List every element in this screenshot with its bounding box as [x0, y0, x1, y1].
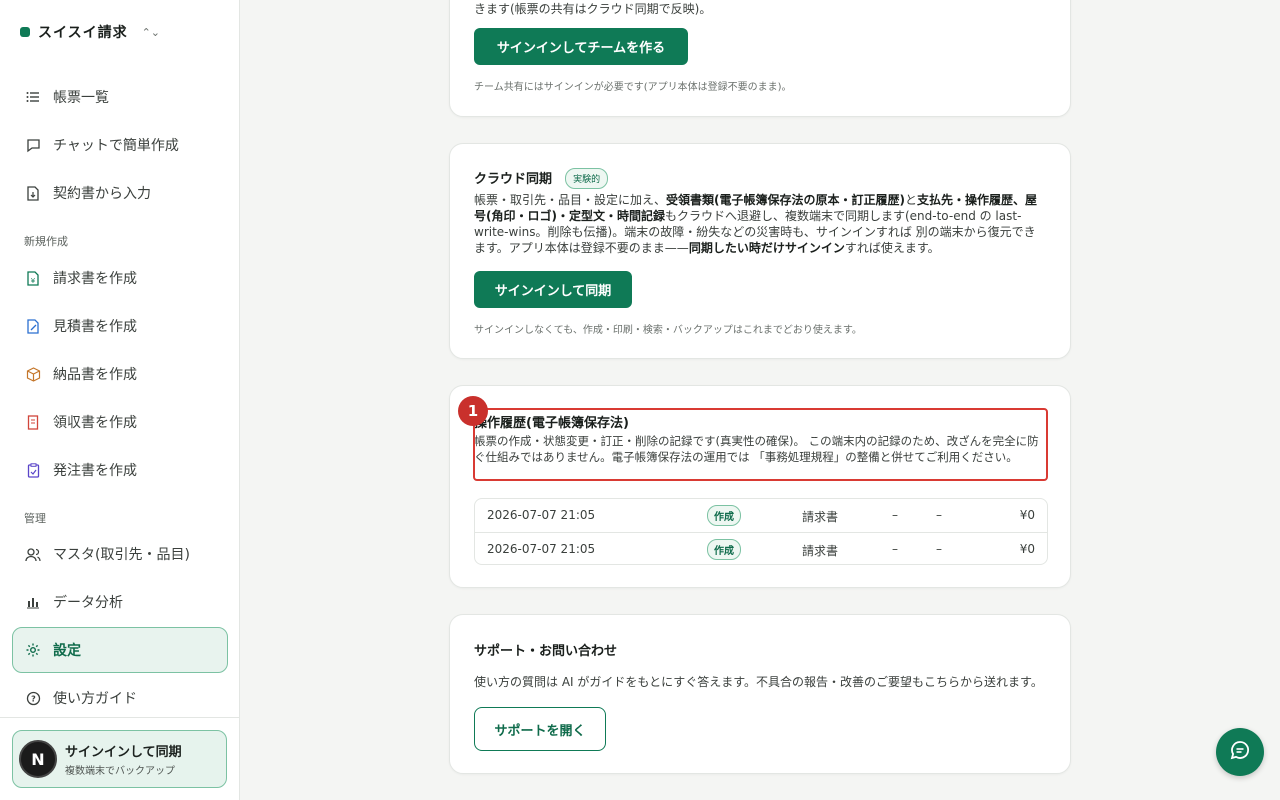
- nav-top: 帳票一覧 チャットで簡単作成 契約書から入力: [12, 74, 228, 216]
- nav-item-chat-create[interactable]: チャットで簡単作成: [12, 122, 228, 168]
- table-row[interactable]: 2026-07-07 21:05 作成 請求書 – – ¥0: [475, 532, 1047, 565]
- nav-item-contract-import[interactable]: 契約書から入力: [12, 170, 228, 216]
- nav-item-label: 設定: [53, 643, 81, 659]
- chevron-updown-icon: ⌃⌄: [141, 25, 161, 39]
- action-badge: 作成: [707, 505, 741, 526]
- nav-item-label: 使い方ガイド: [53, 691, 137, 707]
- nav-item-label: データ分析: [53, 595, 123, 611]
- nav-admin: マスタ(取引先・品目) データ分析 設定 ? 使い方ガイド: [12, 531, 228, 721]
- support-card: サポート・お問い合わせ 使い方の質問は AI がガイドをもとにすぐ答えます。不具…: [449, 614, 1071, 774]
- estimate-icon: [25, 318, 41, 334]
- signin-title: サインインして同期: [65, 745, 182, 760]
- cloud-sync-title: クラウド同期: [474, 172, 553, 187]
- avatar: N: [19, 740, 57, 778]
- nav-item-label: 請求書を作成: [53, 271, 137, 287]
- nav-item-label: 領収書を作成: [53, 415, 137, 431]
- experimental-badge: 実験的: [565, 168, 609, 189]
- order-icon: [25, 462, 41, 478]
- row-amount: ¥0: [1019, 542, 1035, 556]
- svg-text:¥: ¥: [31, 277, 36, 285]
- nav-item-analytics[interactable]: データ分析: [12, 579, 228, 625]
- nav-item-create-estimate[interactable]: 見積書を作成: [12, 303, 228, 349]
- bar-chart-icon: [25, 594, 41, 610]
- chat-fab-button[interactable]: [1216, 728, 1264, 776]
- signin-subtitle: 複数端末でバックアップ: [65, 766, 175, 777]
- annotation-marker: 1: [458, 396, 488, 426]
- desc-part: すれば使えます。: [844, 241, 940, 255]
- support-title: サポート・お問い合わせ: [474, 644, 618, 659]
- nav-item-create-invoice[interactable]: ¥ 請求書を作成: [12, 255, 228, 301]
- table-row[interactable]: 2026-07-07 21:05 作成 請求書 – – ¥0: [475, 499, 1047, 532]
- row-col-2: –: [936, 542, 942, 556]
- action-badge: 作成: [707, 539, 741, 560]
- row-doc-type: 請求書: [802, 544, 839, 558]
- row-col-2: –: [936, 508, 942, 522]
- desc-part: と: [905, 193, 918, 207]
- signin-create-team-button[interactable]: サインインしてチームを作る: [474, 28, 688, 65]
- nav-create: ¥ 請求書を作成 見積書を作成 納品書を作成 領収書を作成 発注書を作成: [12, 255, 228, 493]
- history-table: 2026-07-07 21:05 作成 請求書 – – ¥0 2026-07-0…: [474, 498, 1048, 565]
- nav-item-label: 発注書を作成: [53, 463, 137, 479]
- desc-bold: 同期したい時だけサインイン: [688, 241, 845, 255]
- nav-item-label: 契約書から入力: [53, 186, 151, 202]
- nav-item-settings[interactable]: 設定: [12, 627, 228, 673]
- history-description: 帳票の作成・状態変更・訂正・削除の記録です(真実性の確保)。 この端末内の記録の…: [474, 434, 1039, 464]
- list-icon: [25, 89, 41, 105]
- brand-name: スイスイ請求: [38, 25, 128, 41]
- brand-logo: [20, 27, 30, 37]
- section-label-admin: 管理: [24, 512, 46, 525]
- help-icon: ?: [25, 690, 41, 706]
- cloud-sync-note: サインインしなくても、作成・印刷・検索・バックアップはこれまでどおり使えます。: [474, 325, 862, 336]
- nav-item-label: 帳票一覧: [53, 90, 109, 106]
- box-icon: [25, 366, 41, 382]
- nav-item-documents[interactable]: 帳票一覧: [12, 74, 228, 120]
- brand-switcher[interactable]: スイスイ請求 ⌃⌄: [20, 22, 160, 42]
- row-amount: ¥0: [1019, 508, 1035, 522]
- section-label-create: 新規作成: [24, 235, 68, 248]
- history-card: 操作履歴(電子帳簿保存法) 帳票の作成・状態変更・訂正・削除の記録です(真実性の…: [449, 385, 1071, 588]
- nav-item-guide[interactable]: ? 使い方ガイド: [12, 675, 228, 721]
- support-description: 使い方の質問は AI がガイドをもとにすぐ答えます。不具合の報告・改善のご要望も…: [474, 675, 1043, 689]
- invoice-icon: ¥: [25, 270, 41, 286]
- row-col-1: –: [892, 508, 898, 522]
- open-support-button[interactable]: サポートを開く: [474, 707, 606, 751]
- receipt-icon: [25, 414, 41, 430]
- nav-item-label: 見積書を作成: [53, 319, 137, 335]
- team-intro-text: きます(帳票の共有はクラウド同期で反映)。: [474, 2, 712, 16]
- nav-item-create-delivery[interactable]: 納品書を作成: [12, 351, 228, 397]
- team-note: チーム共有にはサインインが必要です(アプリ本体は登録不要のまま)。: [474, 82, 792, 93]
- history-title: 操作履歴(電子帳簿保存法): [474, 416, 629, 431]
- sidebar: スイスイ請求 ⌃⌄ 帳票一覧 チャットで簡単作成 契約書から入力 新規作成 ¥ …: [0, 0, 240, 800]
- chat-icon: [25, 137, 41, 153]
- row-datetime: 2026-07-07 21:05: [487, 542, 596, 556]
- row-datetime: 2026-07-07 21:05: [487, 508, 596, 522]
- signin-sync-button[interactable]: サインインして同期: [474, 271, 632, 308]
- chat-bubble-icon: [1229, 739, 1251, 765]
- sidebar-divider: [0, 717, 240, 718]
- signin-sync-card[interactable]: N サインインして同期 複数端末でバックアップ: [12, 730, 227, 788]
- row-doc-type: 請求書: [802, 510, 839, 524]
- desc-bold: 受領書類(電子帳簿保存法の原本・訂正履歴): [666, 193, 905, 207]
- nav-item-label: チャットで簡単作成: [53, 138, 179, 154]
- row-col-1: –: [892, 542, 898, 556]
- nav-item-create-order[interactable]: 発注書を作成: [12, 447, 228, 493]
- cloud-sync-card: クラウド同期 実験的 帳票・取引先・品目・設定に加え、受領書類(電子帳簿保存法の…: [449, 143, 1071, 359]
- desc-part: 帳票・取引先・品目・設定に加え、: [474, 193, 667, 207]
- team-card: きます(帳票の共有はクラウド同期で反映)。 サインインしてチームを作る チーム共…: [449, 0, 1071, 117]
- nav-item-label: マスタ(取引先・品目): [53, 547, 190, 563]
- svg-text:?: ?: [31, 694, 36, 703]
- nav-item-label: 納品書を作成: [53, 367, 137, 383]
- users-icon: [25, 546, 41, 562]
- nav-item-master[interactable]: マスタ(取引先・品目): [12, 531, 228, 577]
- file-import-icon: [25, 185, 41, 201]
- nav-item-create-receipt[interactable]: 領収書を作成: [12, 399, 228, 445]
- gear-icon: [25, 642, 41, 658]
- cloud-sync-description: 帳票・取引先・品目・設定に加え、受領書類(電子帳簿保存法の原本・訂正履歴)と支払…: [474, 192, 1046, 256]
